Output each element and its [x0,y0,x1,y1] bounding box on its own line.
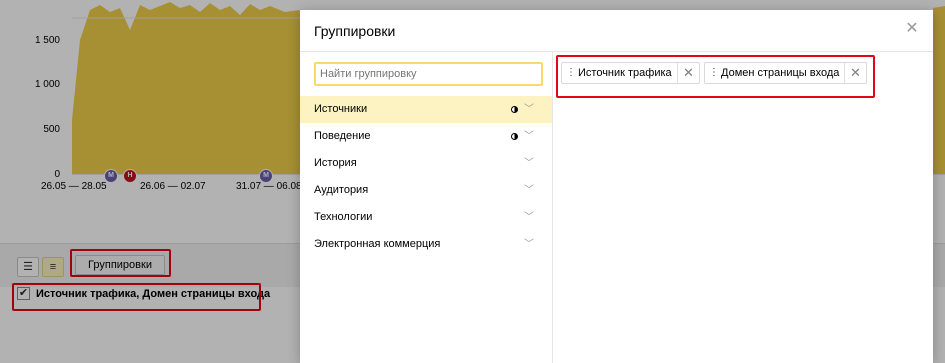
category-history[interactable]: История ﹀ [300,150,552,177]
chevron-down-icon: ﹀ [524,212,534,223]
grouping-search-input[interactable] [314,62,543,86]
category-audience[interactable]: Аудитория ﹀ [300,177,552,204]
category-sources[interactable]: Источники ﹀ [300,96,552,123]
category-label: Поведение [314,130,371,142]
category-ecommerce[interactable]: Электронная коммерция ﹀ [300,231,552,258]
category-label: Технологии [314,211,373,223]
groupings-dialog: Группировки ✕ Источники ﹀ Поведение ﹀ Ис… [300,10,933,363]
category-label: Источники [314,103,368,115]
dialog-title: Группировки [314,23,396,39]
partial-selection-icon [511,133,518,140]
category-label: Электронная коммерция [314,238,441,250]
chevron-down-icon: ﹀ [524,131,534,142]
category-technologies[interactable]: Технологии ﹀ [300,204,552,231]
chevron-down-icon: ﹀ [524,158,534,169]
close-icon[interactable]: ✕ [905,21,919,37]
chevron-down-icon: ﹀ [524,185,534,196]
category-behavior[interactable]: Поведение ﹀ [300,123,552,150]
partial-selection-icon [511,106,518,113]
chosen-groupings-pane: ⋮ Источник трафика ✕ ⋮ Домен страницы вх… [553,52,933,363]
highlight-frame [556,55,875,98]
grouping-categories-pane: Источники ﹀ Поведение ﹀ История ﹀ Аудито… [300,52,553,363]
category-label: История [314,157,357,169]
category-label: Аудитория [314,184,369,196]
chevron-down-icon: ﹀ [524,239,534,250]
chevron-down-icon: ﹀ [524,104,534,115]
